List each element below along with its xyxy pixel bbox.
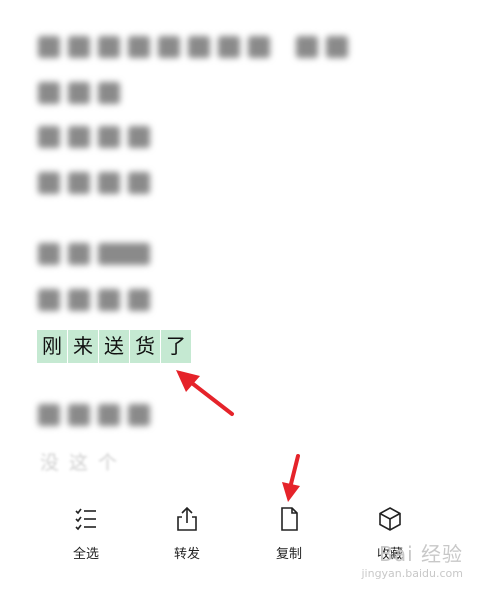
selected-text[interactable]: 刚 来 送 货 了	[37, 330, 191, 363]
blurred-text-line	[38, 36, 348, 58]
selected-char[interactable]: 来	[68, 330, 98, 363]
copy-label: 复制	[275, 547, 302, 562]
blurred-text-line	[38, 243, 150, 265]
share-icon	[177, 506, 197, 531]
checklist-icon	[75, 508, 96, 531]
annotation-arrow-selection	[176, 370, 234, 416]
blurred-text-line	[38, 126, 150, 148]
blurred-text-line	[38, 289, 150, 311]
baidu-jingyan-watermark: Bai 经验 jingyan.baidu.com	[361, 538, 463, 580]
selected-char[interactable]: 货	[130, 330, 160, 363]
selected-char[interactable]: 刚	[37, 330, 67, 363]
forward-label: 转发	[173, 547, 200, 562]
forward-button[interactable]: 转发	[147, 505, 227, 562]
cube-icon	[379, 507, 401, 531]
select-all-label: 全选	[72, 547, 99, 562]
copy-button[interactable]: 复制	[249, 505, 329, 562]
blurred-text-line	[38, 82, 120, 104]
watermark-url: jingyan.baidu.com	[361, 567, 463, 580]
document-icon	[281, 507, 298, 531]
select-all-button[interactable]: 全选	[46, 505, 126, 562]
annotation-arrow-copy	[282, 454, 300, 502]
selected-char[interactable]: 了	[161, 330, 191, 363]
watermark-brand: Bai 经验	[379, 542, 463, 566]
blurred-text-line	[38, 172, 150, 194]
selected-char[interactable]: 送	[99, 330, 129, 363]
blurred-text-line	[38, 404, 150, 426]
partial-message-text: 没这个	[40, 452, 128, 474]
